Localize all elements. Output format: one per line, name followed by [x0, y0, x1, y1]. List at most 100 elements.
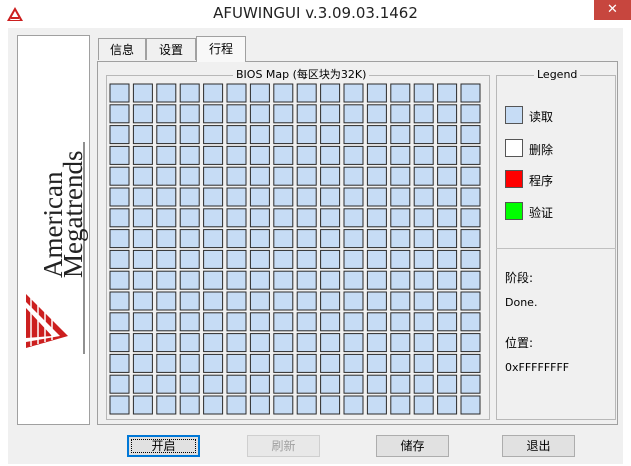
bios-block — [179, 208, 200, 228]
bios-block — [156, 104, 177, 124]
bios-block — [132, 395, 153, 415]
bios-block — [366, 395, 387, 415]
legend-item-program: 程序 — [505, 170, 605, 190]
bios-block — [320, 104, 341, 124]
bios-block — [343, 187, 364, 207]
position-label: 位置: — [505, 336, 534, 350]
bios-block — [226, 208, 247, 228]
bios-block — [249, 125, 270, 145]
bios-block — [413, 125, 434, 145]
bios-block — [460, 145, 481, 165]
bios-block — [296, 187, 317, 207]
bios-block — [179, 249, 200, 269]
bios-block — [226, 104, 247, 124]
bios-block — [413, 187, 434, 207]
bios-block — [226, 145, 247, 165]
exit-button[interactable]: 退出 — [502, 435, 575, 457]
bios-block — [226, 374, 247, 394]
bios-block — [226, 229, 247, 249]
bios-block — [156, 83, 177, 103]
bios-block — [179, 353, 200, 373]
bios-block — [390, 83, 411, 103]
bios-block — [343, 333, 364, 353]
bios-block — [109, 229, 130, 249]
bios-block — [366, 166, 387, 186]
bios-block — [203, 312, 224, 332]
bios-block — [249, 270, 270, 290]
bios-block — [109, 374, 130, 394]
bios-block — [156, 312, 177, 332]
bios-block — [413, 270, 434, 290]
bios-block — [413, 353, 434, 373]
bios-block — [179, 104, 200, 124]
bios-block — [437, 187, 458, 207]
bios-block — [296, 104, 317, 124]
bios-block — [343, 166, 364, 186]
bios-block — [296, 312, 317, 332]
bios-block — [132, 166, 153, 186]
bios-block — [109, 208, 130, 228]
bios-block — [460, 312, 481, 332]
bios-block — [273, 353, 294, 373]
bios-block — [390, 395, 411, 415]
bios-block — [273, 145, 294, 165]
bios-block — [132, 312, 153, 332]
bios-block — [413, 208, 434, 228]
bios-block — [249, 395, 270, 415]
bios-block — [273, 229, 294, 249]
bios-block — [343, 125, 364, 145]
bios-block — [203, 229, 224, 249]
bios-block — [320, 312, 341, 332]
bios-block — [203, 104, 224, 124]
bios-block — [460, 208, 481, 228]
bios-block — [179, 83, 200, 103]
bios-block — [132, 145, 153, 165]
bios-block — [390, 333, 411, 353]
legend-item-read: 读取 — [505, 106, 605, 126]
bios-block — [437, 395, 458, 415]
bios-block — [109, 83, 130, 103]
bios-block — [437, 333, 458, 353]
bios-block — [320, 229, 341, 249]
tab-progress[interactable]: 行程 — [196, 36, 246, 62]
bios-block — [343, 83, 364, 103]
bios-block — [366, 208, 387, 228]
bios-block — [226, 83, 247, 103]
bios-block — [413, 104, 434, 124]
bios-block — [390, 229, 411, 249]
refresh-button[interactable]: 刷新 — [247, 435, 320, 457]
bios-block — [366, 83, 387, 103]
bios-block — [437, 291, 458, 311]
bios-block — [179, 374, 200, 394]
bios-block — [296, 291, 317, 311]
bios-block — [366, 291, 387, 311]
bios-block — [413, 395, 434, 415]
bios-block — [226, 125, 247, 145]
bios-block — [132, 270, 153, 290]
start-button[interactable]: 开启 — [127, 435, 200, 457]
bios-block — [460, 291, 481, 311]
bios-block — [132, 83, 153, 103]
bios-block — [226, 291, 247, 311]
bios-block — [390, 291, 411, 311]
bios-block — [132, 104, 153, 124]
bios-block — [296, 208, 317, 228]
bios-block — [460, 166, 481, 186]
bios-block — [132, 374, 153, 394]
bios-block — [109, 312, 130, 332]
legend-swatch-program — [505, 170, 523, 188]
bios-block — [249, 145, 270, 165]
bios-block — [343, 249, 364, 269]
bios-block — [366, 125, 387, 145]
save-button[interactable]: 储存 — [376, 435, 449, 457]
bios-block — [296, 353, 317, 373]
legend-separator — [496, 248, 616, 249]
bios-block — [343, 291, 364, 311]
bios-block — [343, 395, 364, 415]
bios-block — [437, 229, 458, 249]
bios-block — [203, 187, 224, 207]
bios-block — [249, 374, 270, 394]
bios-block — [203, 333, 224, 353]
bios-block — [343, 229, 364, 249]
bios-block — [109, 270, 130, 290]
